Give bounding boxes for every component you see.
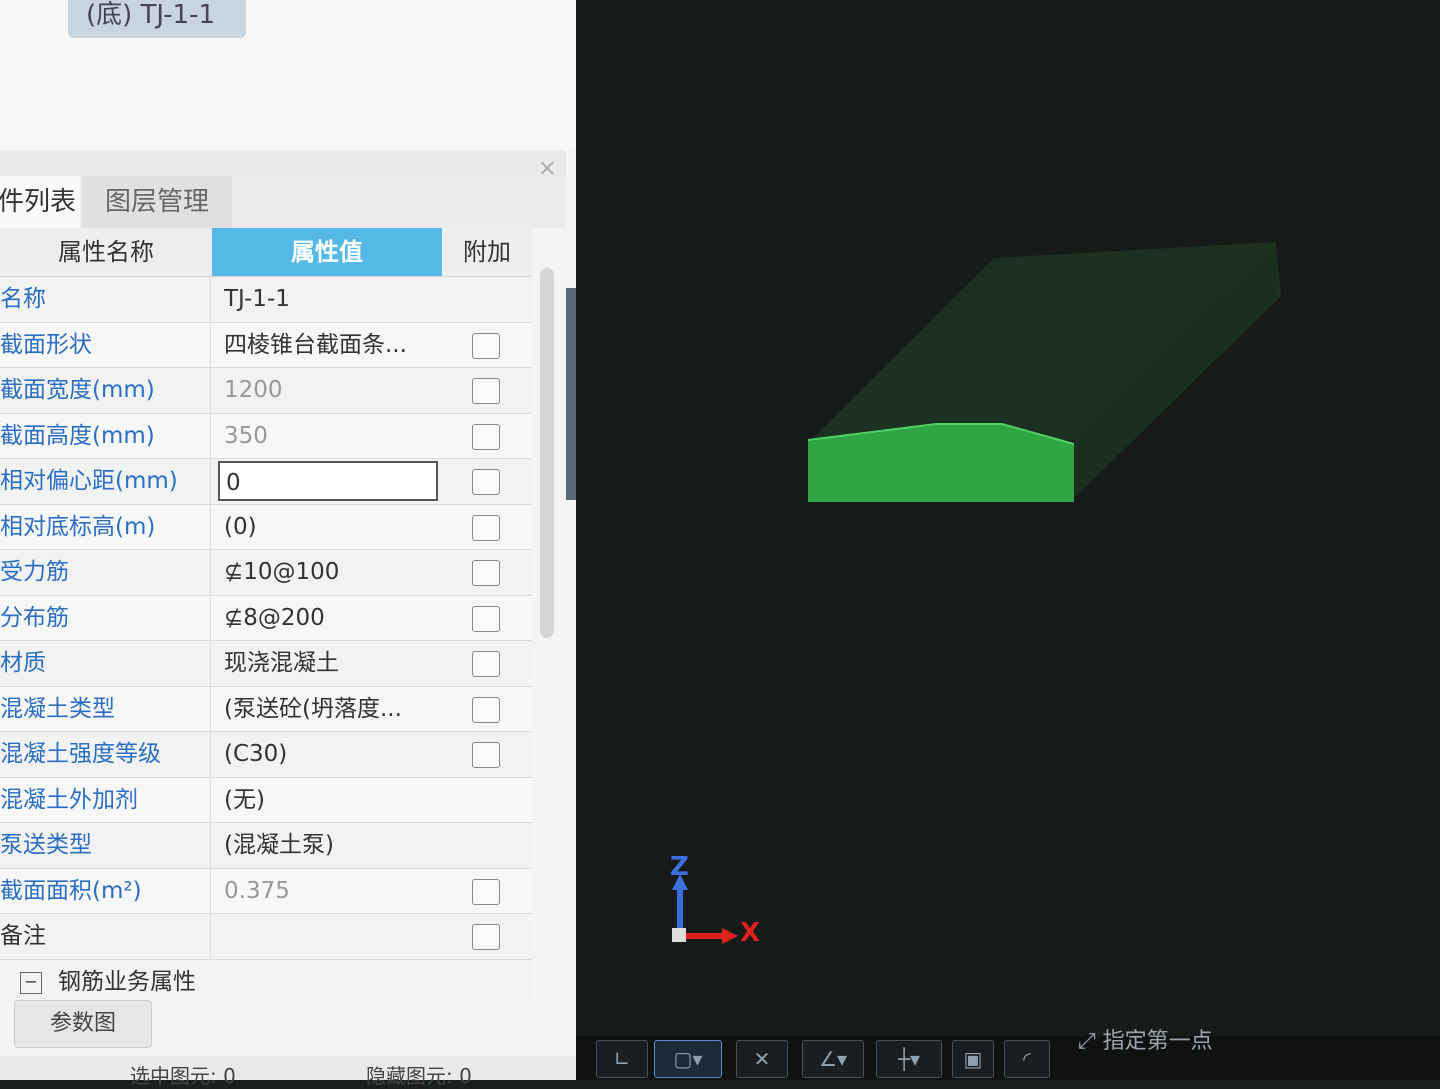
property-name: 混凝土强度等级: [0, 732, 211, 776]
property-name: 泵送类型: [0, 823, 211, 867]
table-row[interactable]: 泵送类型 (混凝土泵): [0, 823, 532, 869]
additional-checkbox[interactable]: [472, 605, 500, 632]
additional-checkbox[interactable]: [472, 651, 500, 677]
property-value[interactable]: 1200: [224, 368, 436, 412]
panel-divider: [0, 150, 566, 176]
header-additional: 附加: [463, 238, 511, 266]
property-table: 属性名称 属性值 附加 名称 TJ-1-1 截面形状 四棱锥台截面条... 截面宽度(m…: [0, 228, 532, 1004]
eccentricity-input[interactable]: 0: [218, 461, 438, 501]
additional-checkbox[interactable]: [472, 378, 500, 404]
property-name: 材质: [0, 641, 211, 685]
property-value[interactable]: 四棱锥台截面条...: [224, 323, 436, 367]
selected-component-chip[interactable]: (底) TJ-1-1: [68, 0, 246, 38]
axis-gizmo-icon: [672, 874, 738, 944]
resize-icon: ⤢: [1078, 1029, 1103, 1054]
property-value[interactable]: 0.375: [224, 869, 436, 913]
drawing-toolbar: ∟ ▢▾ ✕ ∠▾ ┼▾ ▣ ◜: [576, 1036, 1440, 1080]
rebar-business-group[interactable]: − 钢筋业务属性: [0, 959, 532, 1004]
table-row[interactable]: 截面宽度(mm) 1200: [0, 368, 532, 414]
property-panel: (底) TJ-1-1 × 构件列表 图层管理 属性名称 属性值 附加 名称TJ-…: [0, 0, 576, 1088]
component-list-area: (底) TJ-1-1: [0, 0, 576, 150]
command-prompt: ⤢ 指定第一点: [1078, 1024, 1213, 1060]
table-row[interactable]: 受力筋 ⊈10@100: [0, 550, 532, 596]
property-value[interactable]: (C30): [224, 732, 436, 776]
property-value[interactable]: ⊈10@100: [224, 550, 436, 594]
property-name: 截面形状: [0, 322, 211, 367]
property-value[interactable]: 350: [224, 414, 436, 458]
additional-checkbox[interactable]: [472, 878, 500, 905]
property-name: 分布筋: [0, 595, 211, 640]
property-name: 截面高度(mm): [0, 413, 211, 458]
pick-icon[interactable]: ▣: [952, 1040, 994, 1078]
table-row[interactable]: 混凝土类型 (泵送砼(坍落度...: [0, 686, 532, 732]
property-value[interactable]: (无): [224, 778, 436, 822]
property-value[interactable]: ⊈8@200: [224, 596, 436, 640]
property-value[interactable]: TJ-1-1: [224, 277, 436, 321]
table-row[interactable]: 混凝土外加剂 (无): [0, 777, 532, 823]
property-value[interactable]: [224, 914, 436, 958]
property-name: 受力筋: [0, 550, 211, 594]
property-name: 相对底标高(m): [0, 504, 211, 549]
status-bar: 选中图元: 0 隐藏图元: 0: [0, 1056, 576, 1088]
property-name: 混凝土类型: [0, 686, 211, 731]
selected-count: 选中图元: 0: [130, 1064, 236, 1088]
table-row[interactable]: 材质 现浇混凝土: [0, 641, 532, 687]
property-name: 截面宽度(mm): [0, 368, 211, 412]
additional-checkbox[interactable]: [472, 423, 500, 450]
arc-icon[interactable]: ◜: [1004, 1040, 1050, 1078]
table-row[interactable]: 名称 TJ-1-1: [0, 277, 532, 323]
tab-component-list[interactable]: 构件列表: [0, 176, 80, 228]
property-value[interactable]: 现浇混凝土: [224, 641, 436, 685]
additional-checkbox[interactable]: [472, 742, 500, 768]
additional-checkbox[interactable]: [472, 696, 500, 723]
angle-snap-icon[interactable]: ∠▾: [802, 1040, 864, 1078]
table-row[interactable]: 截面形状 四棱锥台截面条...: [0, 322, 532, 368]
additional-checkbox[interactable]: [472, 469, 500, 495]
header-property-value: 属性值: [212, 228, 442, 276]
property-value[interactable]: (泵送砼(坍落度...: [224, 687, 436, 731]
property-value[interactable]: (0): [224, 505, 436, 549]
additional-checkbox[interactable]: [472, 514, 500, 541]
table-header: 属性名称 属性值 附加: [0, 228, 532, 277]
table-row[interactable]: 备注: [0, 914, 532, 960]
property-name: 名称: [0, 277, 211, 321]
collapse-icon[interactable]: −: [20, 971, 42, 994]
property-name: 截面面积(m²): [0, 868, 211, 913]
parameter-diagram-button[interactable]: 参数图: [14, 1000, 152, 1048]
additional-checkbox[interactable]: [472, 332, 500, 359]
ortho-mode-icon[interactable]: ∟: [596, 1040, 648, 1078]
table-row[interactable]: 混凝土强度等级 (C30): [0, 732, 532, 778]
property-name: 相对偏心距(mm): [0, 459, 211, 503]
panel-tabs: 构件列表 图层管理: [0, 176, 566, 228]
offset-icon[interactable]: ┼▾: [876, 1040, 942, 1078]
rectangle-select-icon[interactable]: ▢▾: [654, 1040, 722, 1078]
tab-layer-management[interactable]: 图层管理: [82, 176, 232, 228]
table-row[interactable]: 相对底标高(m) (0): [0, 504, 532, 550]
vertical-scrollbar[interactable]: [540, 268, 554, 638]
table-row[interactable]: 分布筋 ⊈8@200: [0, 595, 532, 641]
axis-z-label: Z: [670, 852, 689, 882]
cross-select-icon[interactable]: ✕: [736, 1040, 788, 1078]
property-name: 混凝土外加剂: [0, 777, 211, 822]
group-label: 钢筋业务属性: [58, 968, 196, 995]
panel-resize-handle[interactable]: [566, 288, 576, 500]
additional-checkbox[interactable]: [472, 924, 500, 950]
property-value[interactable]: (混凝土泵): [224, 823, 436, 867]
prompt-text: 指定第一点: [1102, 1029, 1213, 1054]
hidden-count: 隐藏图元: 0: [366, 1064, 472, 1088]
table-row[interactable]: 相对偏心距(mm) 0: [0, 459, 532, 505]
table-row[interactable]: 截面面积(m²) 0.375: [0, 868, 532, 914]
axis-x-label: X: [740, 918, 761, 948]
additional-checkbox[interactable]: [472, 560, 500, 586]
table-row[interactable]: 截面高度(mm) 350: [0, 413, 532, 459]
header-property-name: 属性名称: [58, 238, 154, 266]
property-name: 备注: [0, 914, 211, 958]
